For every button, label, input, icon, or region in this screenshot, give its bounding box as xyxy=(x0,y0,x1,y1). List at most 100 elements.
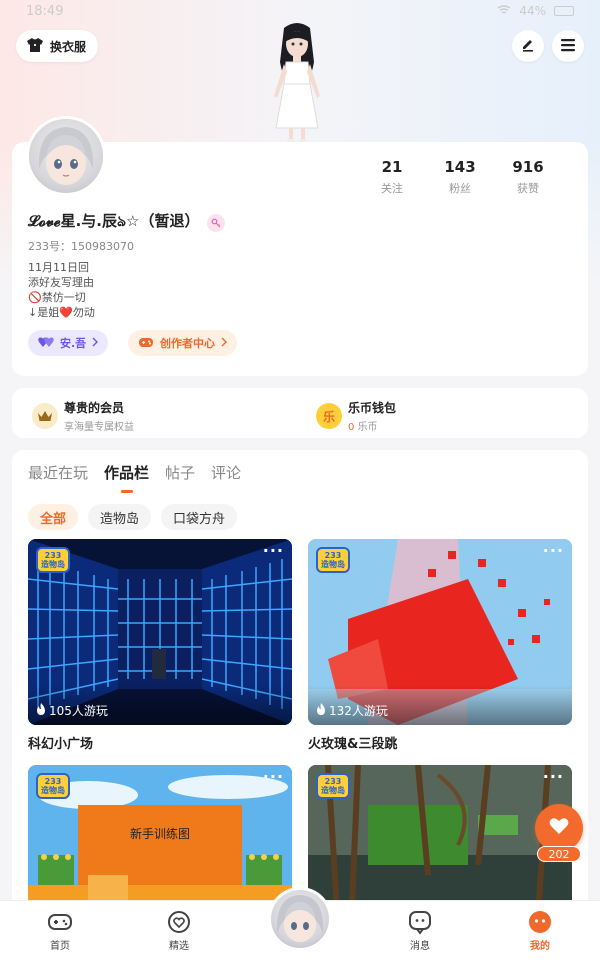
membership-wallet-row: 尊贵的会员 享海量专属权益 乐 乐币钱包 0 乐币 xyxy=(12,388,588,438)
wifi-icon xyxy=(497,4,511,18)
flame-icon xyxy=(36,703,46,718)
chevron-right-icon xyxy=(221,337,227,350)
more-options-icon[interactable]: ··· xyxy=(543,767,564,786)
bio-line: 11月11日回 xyxy=(28,261,89,274)
works-tabs: 最近在玩 作品栏 帖子 评论 xyxy=(28,462,241,493)
tab-works[interactable]: 作品栏 xyxy=(104,462,149,493)
vip-title: 尊贵的会员 xyxy=(64,401,125,415)
play-count-label: 132人游玩 xyxy=(329,704,388,718)
like-button[interactable] xyxy=(535,804,583,852)
stat-likes[interactable]: 916 获赞 xyxy=(494,158,562,196)
creation-island-logo: 233 造物岛 xyxy=(36,547,70,573)
nav-avatar xyxy=(271,890,329,948)
more-options-icon[interactable]: ··· xyxy=(263,541,284,560)
works-filters: 全部 造物岛 口袋方舟 xyxy=(28,504,238,530)
avatar-3d-figure[interactable] xyxy=(262,22,332,144)
bottom-navigation: 首页 精选 消息 我的 xyxy=(0,887,600,960)
nav-home-label: 首页 xyxy=(50,941,70,952)
chat-icon xyxy=(407,909,433,935)
nav-featured[interactable]: 精选 xyxy=(149,909,209,952)
stat-value: 143 xyxy=(444,158,476,176)
works-section: 最近在玩 作品栏 帖子 评论 全部 造物岛 口袋方舟 233 造物岛 ··· 1… xyxy=(12,450,588,960)
nav-featured-label: 精选 xyxy=(169,941,189,952)
gamepad-icon xyxy=(47,909,73,935)
game-banner-text: 新手训练图 xyxy=(129,827,190,841)
game-title: 科幻小广场 xyxy=(28,737,94,752)
crown-icon xyxy=(32,403,58,429)
filter-creation-island[interactable]: 造物岛 xyxy=(88,504,152,530)
stat-label: 获赞 xyxy=(517,182,539,195)
vip-subtitle: 享海量专属权益 xyxy=(64,422,134,433)
wallet-entry[interactable]: 乐 乐币钱包 0 乐币 xyxy=(316,399,396,433)
wallet-unit: 乐币 xyxy=(357,422,378,433)
gamepad-icon xyxy=(138,336,154,351)
profile-nickname-row: 𝓛𝓸𝓿𝓮星.与.辰ঌ☆（暂退） xyxy=(28,210,226,235)
pencil-icon xyxy=(520,36,536,56)
stat-label: 关注 xyxy=(381,182,403,195)
hamburger-icon xyxy=(560,37,576,56)
play-count-label: 105人游玩 xyxy=(49,704,108,718)
uid-label: 233号： xyxy=(28,240,71,253)
stat-label: 粉丝 xyxy=(449,182,471,195)
uid-value: 150983070 xyxy=(71,240,134,253)
edit-profile-button[interactable] xyxy=(512,30,544,62)
game-card[interactable]: 233 造物岛 ··· 132人游玩 火玫瑰&三段跳 xyxy=(308,539,572,752)
stat-following[interactable]: 21 关注 xyxy=(358,158,426,196)
battery-percent: 44% xyxy=(519,4,546,18)
filter-all[interactable]: 全部 xyxy=(28,504,79,530)
creator-center-label: 创作者中心 xyxy=(160,337,215,350)
status-bar: 18:49 44% xyxy=(0,0,600,24)
bio-line: 🚫禁仿一切 xyxy=(28,291,86,304)
tab-comments[interactable]: 评论 xyxy=(211,462,241,483)
filter-pocket-ark[interactable]: 口袋方舟 xyxy=(161,504,238,530)
creation-island-logo: 233 造物岛 xyxy=(36,773,70,799)
profile-nickname: 𝓛𝓸𝓿𝓮星.与.辰ঌ☆（暂退） xyxy=(28,212,200,230)
nav-messages[interactable]: 消息 xyxy=(390,909,450,952)
play-count: 132人游玩 xyxy=(316,702,388,719)
profile-uid[interactable]: 233号：150983070 xyxy=(28,238,134,254)
wallet-amount: 0 xyxy=(348,422,355,433)
stat-value: 21 xyxy=(381,158,403,176)
game-card[interactable]: 233 造物岛 ··· 105人游玩 科幻小广场 xyxy=(28,539,292,752)
chevron-right-icon xyxy=(92,337,99,350)
nav-me-label: 我的 xyxy=(530,941,550,952)
creation-island-logo: 233 造物岛 xyxy=(316,547,350,573)
more-options-icon[interactable]: ··· xyxy=(263,767,284,786)
profile-face-icon xyxy=(527,909,553,935)
creator-center-chip[interactable]: 创作者中心 xyxy=(128,330,237,356)
status-time: 18:49 xyxy=(26,4,64,19)
like-count: 202 xyxy=(537,846,581,862)
vip-membership-entry[interactable]: 尊贵的会员 享海量专属权益 xyxy=(32,399,134,433)
wallet-title: 乐币钱包 xyxy=(348,401,397,415)
change-outfit-label: 换衣服 xyxy=(50,39,87,54)
game-thumbnail: 233 造物岛 ··· 105人游玩 xyxy=(28,539,292,725)
heart-pair-icon xyxy=(38,336,54,351)
key-icon[interactable] xyxy=(207,213,226,232)
bio-line: 添好友写理由 xyxy=(28,276,94,289)
profile-avatar[interactable] xyxy=(26,116,106,196)
bio-line: ↓是姐❤️勿动 xyxy=(28,306,95,319)
status-indicators: 44% xyxy=(497,4,574,18)
profile-bio: 11月11日回 添好友写理由 🚫禁仿一切 ↓是姐❤️勿动 xyxy=(28,260,95,320)
heart-icon xyxy=(549,817,569,839)
stat-value: 916 xyxy=(512,158,544,176)
stat-followers[interactable]: 143 粉丝 xyxy=(426,158,494,196)
tab-posts[interactable]: 帖子 xyxy=(165,462,195,483)
game-thumbnail: 233 造物岛 ··· 132人游玩 xyxy=(308,539,572,725)
nav-messages-label: 消息 xyxy=(410,941,430,952)
game-title: 火玫瑰&三段跳 xyxy=(308,737,398,752)
change-outfit-button[interactable]: 换衣服 xyxy=(16,30,99,62)
lecoin-icon: 乐 xyxy=(316,403,342,429)
menu-button[interactable] xyxy=(552,30,584,62)
flame-icon xyxy=(316,703,326,718)
nav-me[interactable]: 我的 xyxy=(510,909,570,952)
play-count: 105人游玩 xyxy=(36,702,108,719)
tab-recently-played[interactable]: 最近在玩 xyxy=(28,462,88,483)
creation-island-logo: 233 造物岛 xyxy=(316,773,350,799)
friend-chip[interactable]: 安.吾 xyxy=(28,330,109,356)
wallet-balance: 0 乐币 xyxy=(348,418,396,433)
nav-avatar-button[interactable] xyxy=(268,887,332,951)
nav-home[interactable]: 首页 xyxy=(30,909,90,952)
shirt-icon xyxy=(26,37,44,56)
more-options-icon[interactable]: ··· xyxy=(543,541,564,560)
